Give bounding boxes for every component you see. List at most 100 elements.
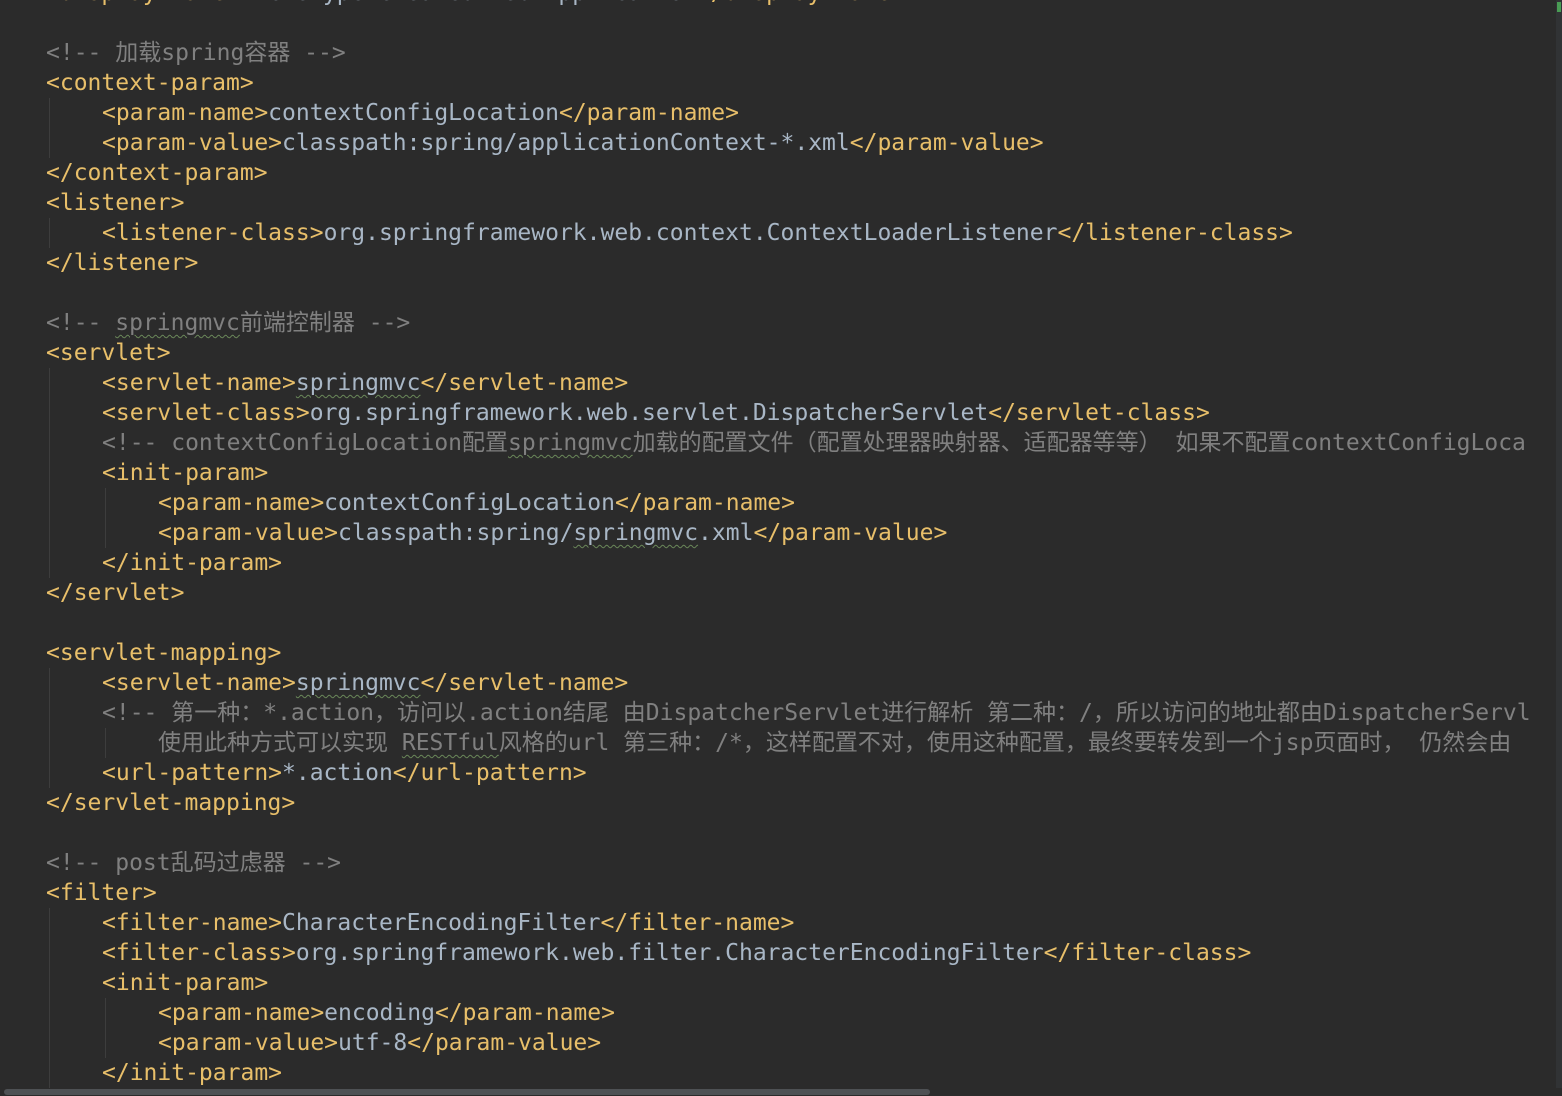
code-line[interactable]: <servlet-name>springmvc</servlet-name> bbox=[46, 368, 1531, 398]
xml-tag: <filter-name> bbox=[102, 910, 283, 936]
code-editor[interactable]: <display-name>Archetype Created Web Appl… bbox=[0, 0, 1562, 1096]
xml-text: classpath:spring/applicationContext-*.xm… bbox=[282, 130, 850, 156]
xml-tag: <param-name> bbox=[158, 1000, 325, 1026]
code-line[interactable]: </init-param> bbox=[46, 1058, 1531, 1088]
indent-guide bbox=[46, 98, 102, 128]
code-line[interactable]: <param-name>contextConfigLocation</param… bbox=[46, 98, 1531, 128]
indent-guide bbox=[46, 998, 102, 1028]
xml-tag: <param-name> bbox=[102, 100, 269, 126]
xml-tag: </servlet-class> bbox=[988, 400, 1210, 426]
xml-comment: 使用此种方式可以实现 bbox=[158, 730, 402, 756]
xml-tag: </param-value> bbox=[407, 1030, 602, 1056]
code-line[interactable]: <!-- 加载spring容器 --> bbox=[46, 38, 1531, 68]
indent-guide bbox=[102, 998, 158, 1028]
xml-tag: <servlet> bbox=[46, 340, 171, 366]
code-line[interactable]: <servlet> bbox=[46, 338, 1531, 368]
xml-tag: </param-name> bbox=[434, 1000, 615, 1026]
code-line[interactable]: 使用此种方式可以实现 RESTful风格的url 第三种：/*，这样配置不对，使… bbox=[46, 728, 1531, 758]
code-line[interactable]: <listener> bbox=[46, 188, 1531, 218]
code-line[interactable]: <!-- 第一种：*.action，访问以.action结尾 由Dispatch… bbox=[46, 698, 1531, 728]
xml-tag: <filter> bbox=[46, 880, 157, 906]
xml-text: org.springframework.web.servlet.Dispatch… bbox=[309, 400, 989, 426]
xml-text: utf-8 bbox=[338, 1030, 408, 1056]
code-line[interactable]: <context-param> bbox=[46, 68, 1531, 98]
xml-tag: </param-name> bbox=[558, 100, 739, 126]
xml-comment: 风格的url 第三种：/*，这样配置不对，使用这种配置，最终要转发到一个jsp页… bbox=[498, 730, 1512, 756]
horizontal-scrollbar[interactable] bbox=[0, 1088, 1562, 1096]
code-line[interactable]: <display-name>Archetype Created Web Appl… bbox=[46, 0, 1531, 8]
xml-comment: <!-- contextConfigLocation配置 bbox=[102, 430, 509, 456]
xml-tag: <context-param> bbox=[46, 70, 254, 96]
indent-guide bbox=[46, 518, 102, 548]
xml-text: CharacterEncodingFilter bbox=[282, 910, 601, 936]
xml-tag: <servlet-name> bbox=[102, 670, 296, 696]
xml-comment: 前端控制器 --> bbox=[239, 310, 411, 336]
xml-text: encoding bbox=[324, 1000, 435, 1026]
code-line[interactable]: </servlet-mapping> bbox=[46, 788, 1531, 818]
xml-tag: </listener> bbox=[46, 250, 199, 276]
xml-tag: </context-param> bbox=[46, 160, 268, 186]
indent-guide bbox=[46, 128, 102, 158]
xml-tag: </filter-name> bbox=[600, 910, 795, 936]
xml-tag: </listener-class> bbox=[1057, 220, 1293, 246]
xml-tag: <param-name> bbox=[158, 490, 325, 516]
code-line[interactable]: <!-- contextConfigLocation配置springmvc加载的… bbox=[46, 428, 1531, 458]
xml-tag: <servlet-class> bbox=[102, 400, 310, 426]
indent-guide bbox=[46, 908, 102, 938]
xml-comment: <!-- 加载spring容器 --> bbox=[46, 40, 346, 66]
indent-guide bbox=[46, 398, 102, 428]
code-line[interactable]: <filter-class>org.springframework.web.fi… bbox=[46, 938, 1531, 968]
scrollbar-thumb[interactable] bbox=[4, 1089, 930, 1095]
code-line[interactable]: <servlet-class>org.springframework.web.s… bbox=[46, 398, 1531, 428]
code-line[interactable] bbox=[46, 278, 1531, 308]
xml-tag: <display-name> bbox=[46, 0, 240, 6]
xml-tag: <filter-class> bbox=[102, 940, 296, 966]
code-line[interactable]: </init-param> bbox=[46, 548, 1531, 578]
change-marker[interactable] bbox=[1557, 2, 1561, 12]
indent-guide bbox=[102, 728, 158, 758]
error-stripe bbox=[1556, 0, 1562, 1096]
indent-guide bbox=[46, 218, 102, 248]
code-area[interactable]: <display-name>Archetype Created Web Appl… bbox=[46, 0, 1531, 1088]
code-line[interactable]: <!-- springmvc前端控制器 --> bbox=[46, 308, 1531, 338]
code-line[interactable]: <param-name>encoding</param-name> bbox=[46, 998, 1531, 1028]
code-line[interactable]: </servlet> bbox=[46, 578, 1531, 608]
code-line[interactable]: <filter> bbox=[46, 878, 1531, 908]
xml-tag: </filter-class> bbox=[1043, 940, 1252, 966]
code-line[interactable]: <filter-name>CharacterEncodingFilter</fi… bbox=[46, 908, 1531, 938]
xml-tag: <listener-class> bbox=[102, 220, 324, 246]
code-line[interactable]: <param-name>contextConfigLocation</param… bbox=[46, 488, 1531, 518]
indent-guide bbox=[46, 368, 102, 398]
indent-guide bbox=[46, 698, 102, 728]
code-line[interactable]: <param-value>classpath:spring/applicatio… bbox=[46, 128, 1531, 158]
xml-tag: </param-value> bbox=[753, 520, 948, 546]
xml-tag: <param-value> bbox=[158, 1030, 339, 1056]
code-line[interactable]: <!-- post乱码过虑器 --> bbox=[46, 848, 1531, 878]
code-line[interactable]: <param-value>utf-8</param-value> bbox=[46, 1028, 1531, 1058]
xml-comment: springmvc bbox=[508, 430, 633, 456]
xml-tag: </init-param> bbox=[102, 1060, 283, 1086]
xml-text: springmvc bbox=[573, 520, 699, 546]
indent-guide bbox=[46, 548, 102, 578]
indent-guide bbox=[46, 458, 102, 488]
code-line[interactable]: <url-pattern>*.action</url-pattern> bbox=[46, 758, 1531, 788]
code-line[interactable]: <param-value>classpath:spring/springmvc.… bbox=[46, 518, 1531, 548]
code-line[interactable]: <init-param> bbox=[46, 458, 1531, 488]
indent-guide bbox=[46, 668, 102, 698]
code-line[interactable]: </context-param> bbox=[46, 158, 1531, 188]
xml-text: springmvc bbox=[295, 670, 421, 696]
code-line[interactable]: </listener> bbox=[46, 248, 1531, 278]
code-line[interactable]: <init-param> bbox=[46, 968, 1531, 998]
code-line[interactable]: <servlet-mapping> bbox=[46, 638, 1531, 668]
xml-comment: RESTful bbox=[401, 730, 499, 756]
xml-tag: <url-pattern> bbox=[102, 760, 283, 786]
indent-guide bbox=[102, 518, 158, 548]
xml-tag: </servlet> bbox=[46, 580, 185, 606]
xml-tag: <listener> bbox=[46, 190, 185, 216]
code-line[interactable] bbox=[46, 608, 1531, 638]
code-line[interactable] bbox=[46, 8, 1531, 38]
code-line[interactable]: <listener-class>org.springframework.web.… bbox=[46, 218, 1531, 248]
indent-guide bbox=[46, 428, 102, 458]
code-line[interactable] bbox=[46, 818, 1531, 848]
code-line[interactable]: <servlet-name>springmvc</servlet-name> bbox=[46, 668, 1531, 698]
